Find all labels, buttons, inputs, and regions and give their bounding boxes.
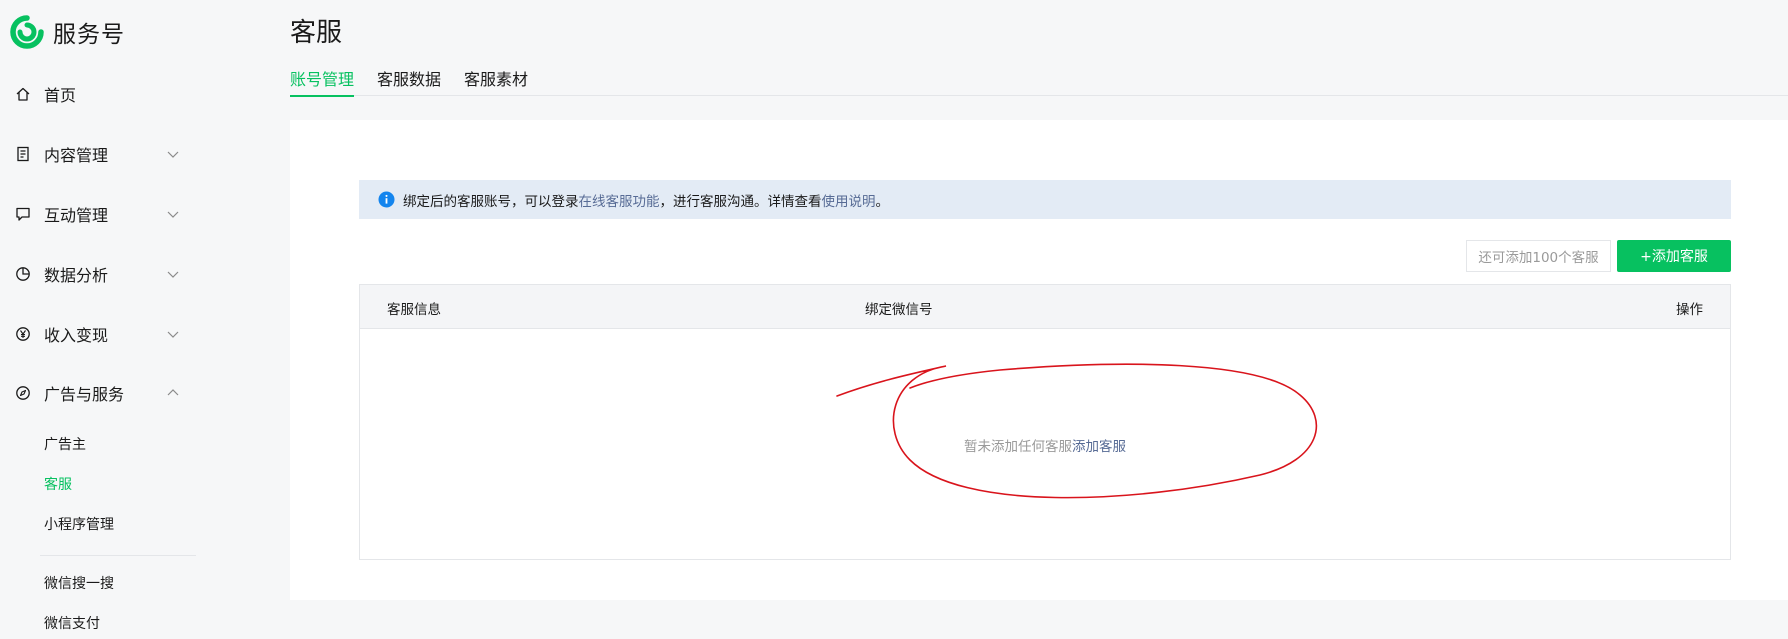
sidebar-subitem-wechat-search[interactable]: 微信搜一搜 [44,572,114,596]
notice-text: 绑定后的客服账号，可以登录 [403,193,579,210]
sidebar-item-label: 数据分析 [44,266,109,285]
chevron-down-icon [167,331,179,338]
sidebar-item-analytics[interactable]: 数据分析 [0,254,190,294]
remaining-quota-badge: 还可添加100个客服 [1466,240,1611,272]
chevron-up-icon [167,389,179,396]
tab-service-data[interactable]: 客服数据 [377,66,441,96]
info-icon [378,191,395,208]
sidebar-item-label: 内容管理 [44,146,109,165]
empty-state: 暂未添加任何客服添加客服 [360,435,1730,455]
yen-icon [16,327,30,341]
add-customer-service-button[interactable]: +添加客服 [1617,240,1731,272]
content-card: 绑定后的客服账号，可以登录 在线客服功能 ，进行客服沟通。详情查看 使用说明 。… [290,120,1788,600]
sidebar-item-interaction[interactable]: 互动管理 [0,194,190,234]
sidebar-subitem-advertiser[interactable]: 广告主 [44,433,86,457]
empty-state-text: 暂未添加任何客服 [964,439,1072,455]
sidebar-item-content[interactable]: 内容管理 [0,134,190,174]
brand-name: 服务号 [53,22,125,48]
service-account-logo-icon [10,15,44,49]
sidebar-divider [40,555,196,556]
sidebar-item-label: 收入变现 [44,326,109,345]
sidebar-item-label: 首页 [44,86,77,105]
column-header-info: 客服信息 [387,302,441,318]
customer-service-table: 客服信息 绑定微信号 操作 暂未添加任何客服添加客服 [359,284,1731,560]
sidebar-subitem-customer-service[interactable]: 客服 [44,473,72,497]
home-icon [16,87,30,101]
page-title: 客服 [290,18,343,48]
sidebar-item-label: 广告与服务 [44,385,125,404]
comment-icon [16,207,30,221]
table-header: 客服信息 绑定微信号 操作 [360,285,1730,329]
sidebar-item-ads-services[interactable]: 广告与服务 [0,373,190,413]
sidebar-item-home[interactable]: 首页 [0,74,190,114]
empty-state-add-link[interactable]: 添加客服 [1072,439,1126,455]
column-header-actions: 操作 [1676,302,1703,318]
tab-bar: 账号管理 客服数据 客服素材 [290,66,1788,97]
pie-chart-icon [16,267,30,281]
column-header-wechat-id: 绑定微信号 [865,302,933,318]
info-notice: 绑定后的客服账号，可以登录 在线客服功能 ，进行客服沟通。详情查看 使用说明 。 [359,180,1731,219]
tab-service-materials[interactable]: 客服素材 [464,66,528,96]
chevron-down-icon [167,211,179,218]
online-service-link[interactable]: 在线客服功能 [579,190,660,210]
document-icon [17,146,29,162]
sidebar: 服务号 首页 内容管理 互动管理 数据分析 收入变现 广告与服务 广告主 客服 … [0,0,215,639]
sidebar-subitem-miniprogram[interactable]: 小程序管理 [44,513,114,537]
notice-text: 。 [875,193,890,210]
tab-account-management[interactable]: 账号管理 [290,66,355,97]
usage-guide-link[interactable]: 使用说明 [822,190,876,210]
sidebar-subitem-wechat-pay[interactable]: 微信支付 [44,612,100,636]
brand[interactable]: 服务号 [10,14,125,50]
sidebar-item-monetization[interactable]: 收入变现 [0,314,190,354]
compass-icon [16,386,30,400]
sidebar-item-label: 互动管理 [44,206,109,225]
chevron-down-icon [167,271,179,278]
chevron-down-icon [167,151,179,158]
notice-text: ，进行客服沟通。详情查看 [659,193,822,210]
